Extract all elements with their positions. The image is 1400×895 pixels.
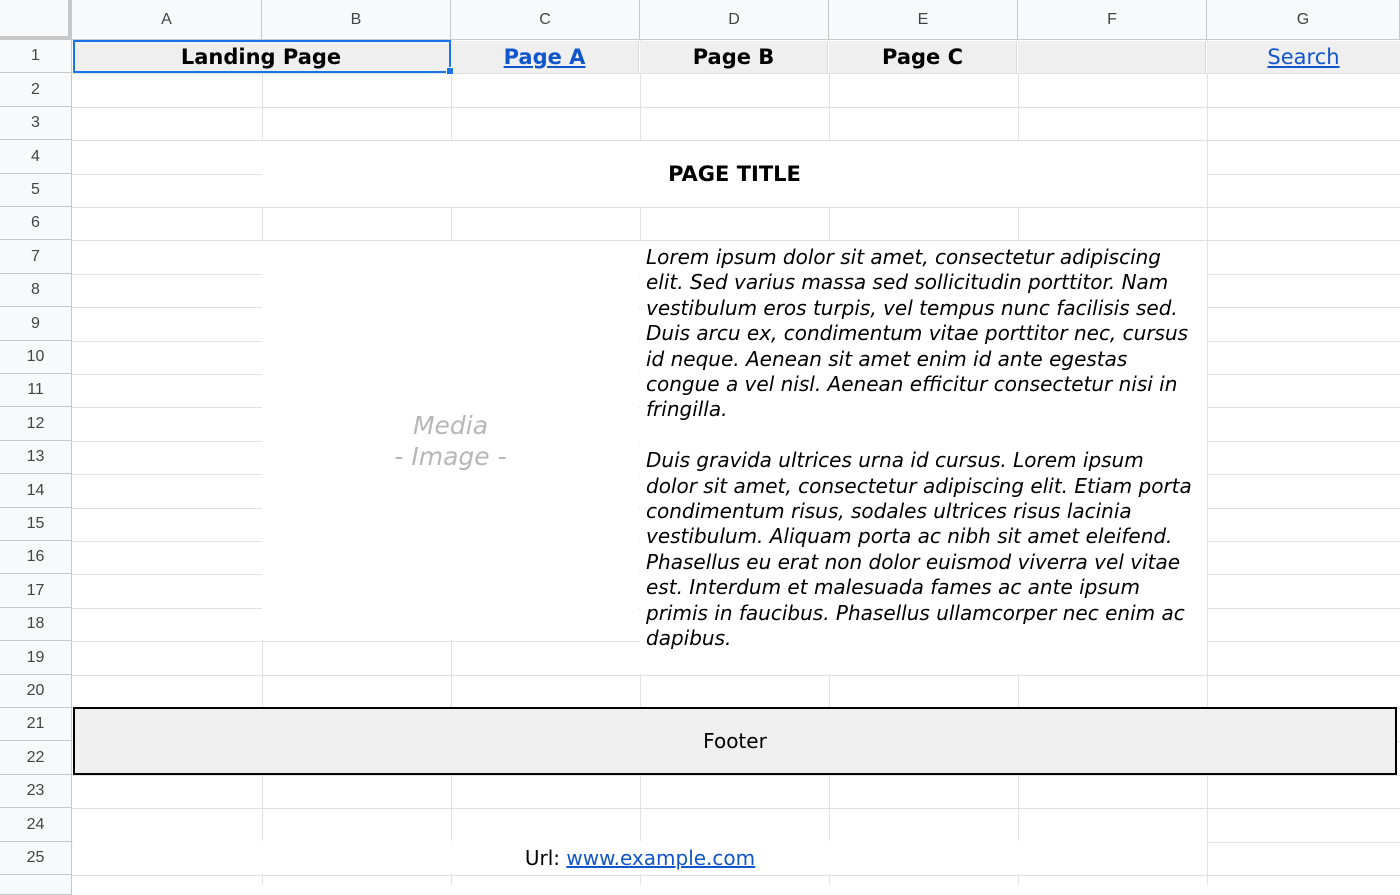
nav-page-c-label: Page C xyxy=(882,45,963,69)
row-header-3[interactable]: 3 xyxy=(0,107,72,140)
column-header-2[interactable]: B xyxy=(262,0,451,40)
row-header-1[interactable]: 1 xyxy=(0,40,72,73)
row-header-15[interactable]: 15 xyxy=(0,508,72,541)
url-link[interactable]: www.example.com xyxy=(566,846,755,870)
row-header-12[interactable]: 12 xyxy=(0,407,72,441)
nav-page-a-cell[interactable]: Page A xyxy=(451,41,639,73)
grid-hline xyxy=(72,207,1400,208)
url-label: Url: xyxy=(524,845,561,870)
column-header-5[interactable]: E xyxy=(829,0,1018,40)
row-header-16[interactable]: 16 xyxy=(0,541,72,574)
fill-handle[interactable] xyxy=(446,67,454,75)
row-header-2[interactable]: 2 xyxy=(0,73,72,107)
column-header-7[interactable]: G xyxy=(1207,0,1400,40)
row-header-18[interactable]: 18 xyxy=(0,608,72,641)
nav-page-c-cell[interactable]: Page C xyxy=(829,41,1017,73)
media-label: Media xyxy=(412,410,489,440)
row-header-5[interactable]: 5 xyxy=(0,174,72,207)
nav-page-b-label: Page B xyxy=(692,45,775,69)
page-title: PAGE TITLE xyxy=(668,162,801,186)
row-header-20[interactable]: 20 xyxy=(0,675,72,708)
row-header-17[interactable]: 17 xyxy=(0,574,72,608)
column-header-6[interactable]: F xyxy=(1018,0,1207,40)
row-header-11[interactable]: 11 xyxy=(0,374,72,407)
footer-label: Footer xyxy=(703,729,767,753)
row-header-21[interactable]: 21 xyxy=(0,708,72,741)
row-header-25[interactable]: 25 xyxy=(0,842,72,875)
grid-hline xyxy=(72,107,1400,108)
row-header-13[interactable]: 13 xyxy=(0,441,72,474)
row-header-10[interactable]: 10 xyxy=(0,341,72,374)
row-header-19[interactable]: 19 xyxy=(0,641,72,675)
nav-page-b-cell[interactable]: Page B xyxy=(640,41,828,73)
nav-search-cell[interactable]: Search xyxy=(1207,41,1400,73)
row-header-4[interactable]: 4 xyxy=(0,140,72,174)
column-header-1[interactable]: A xyxy=(72,0,262,40)
row-header-partial[interactable] xyxy=(0,875,72,895)
column-header-4[interactable]: D xyxy=(640,0,829,40)
row-header-6[interactable]: 6 xyxy=(0,207,72,240)
row-header-8[interactable]: 8 xyxy=(0,274,72,307)
grid-hline xyxy=(72,675,1400,676)
row-header-24[interactable]: 24 xyxy=(0,808,72,842)
row-header-23[interactable]: 23 xyxy=(0,775,72,808)
media-sublabel: - Image - xyxy=(394,441,507,471)
row-header-9[interactable]: 9 xyxy=(0,307,72,341)
media-placeholder[interactable]: Media - Image - xyxy=(262,241,639,640)
row-header-22[interactable]: 22 xyxy=(0,741,72,775)
body-text[interactable]: Lorem ipsum dolor sit amet, consectetur … xyxy=(640,241,1207,674)
row-header-7[interactable]: 7 xyxy=(0,240,72,274)
row-header-14[interactable]: 14 xyxy=(0,474,72,508)
search-link[interactable]: Search xyxy=(1267,45,1339,69)
footer[interactable]: Footer xyxy=(73,707,1397,775)
grid-hline xyxy=(72,73,1400,74)
select-all-corner[interactable] xyxy=(0,0,72,40)
nav-page-a-link[interactable]: Page A xyxy=(504,45,586,69)
grid-hline xyxy=(72,775,1400,776)
nav-empty-cell[interactable] xyxy=(1018,41,1206,73)
column-header-3[interactable]: C xyxy=(451,0,640,40)
cell-selection xyxy=(73,40,451,73)
url-cell[interactable]: Url: www.example.com xyxy=(73,841,1207,874)
grid-hline xyxy=(72,875,1400,876)
grid-hline xyxy=(72,808,1400,809)
